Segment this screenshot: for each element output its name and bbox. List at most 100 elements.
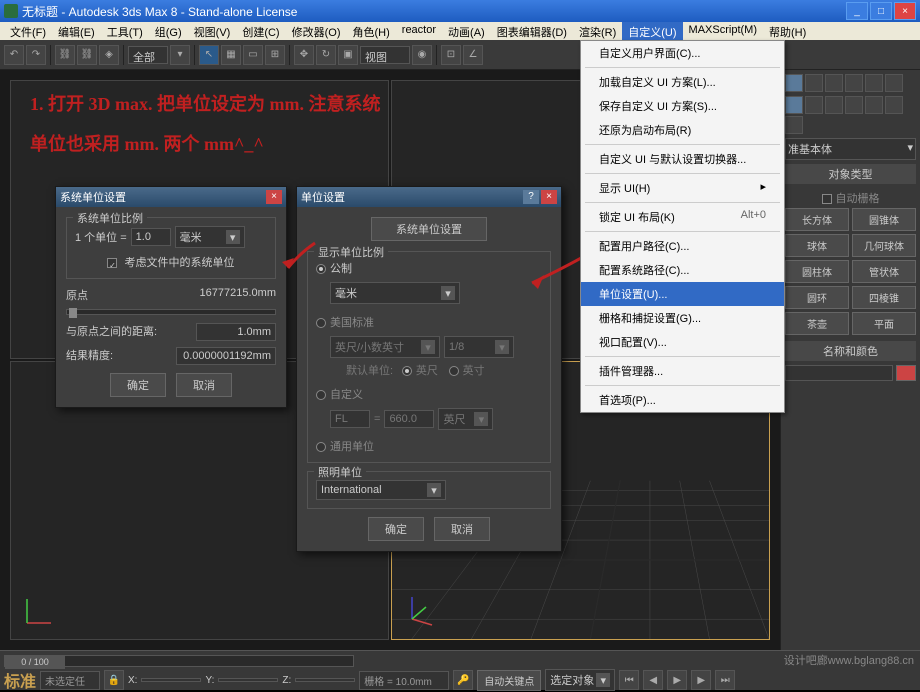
menu-item[interactable]: 插件管理器... bbox=[581, 359, 784, 383]
shapes-icon[interactable] bbox=[805, 96, 823, 114]
motion-tab-icon[interactable] bbox=[845, 74, 863, 92]
move-icon[interactable]: ✥ bbox=[294, 45, 314, 65]
select-name-icon[interactable]: ▦ bbox=[221, 45, 241, 65]
menu-5[interactable]: 创建(C) bbox=[236, 22, 285, 40]
next-frame-icon[interactable]: ▶ bbox=[691, 670, 711, 690]
menu-item[interactable]: 锁定 UI 布局(K)Alt+0 bbox=[581, 205, 784, 229]
primitive-button[interactable]: 球体 bbox=[785, 234, 849, 257]
menu-10[interactable]: 图表编辑器(D) bbox=[491, 22, 573, 40]
menu-item[interactable]: 栅格和捕捉设置(G)... bbox=[581, 306, 784, 330]
menu-item[interactable]: 配置系统路径(C)... bbox=[581, 258, 784, 282]
hierarchy-tab-icon[interactable] bbox=[825, 74, 843, 92]
primitive-button[interactable]: 四棱锥 bbox=[852, 286, 916, 309]
keymode-combo[interactable]: 选定对象▾ bbox=[545, 669, 615, 691]
metric-combo[interactable]: 毫米▾ bbox=[330, 282, 460, 304]
primitive-button[interactable]: 长方体 bbox=[785, 208, 849, 231]
units-setup-dialog-title[interactable]: 单位设置 ? × bbox=[297, 187, 561, 207]
create-tab-icon[interactable] bbox=[785, 74, 803, 92]
primitive-button[interactable]: 圆柱体 bbox=[785, 260, 849, 283]
maximize-button[interactable]: □ bbox=[870, 2, 892, 20]
undo-icon[interactable]: ↶ bbox=[4, 45, 24, 65]
menu-item[interactable]: 保存自定义 UI 方案(S)... bbox=[581, 94, 784, 118]
menu-7[interactable]: 角色(H) bbox=[347, 22, 396, 40]
z-coord-input[interactable] bbox=[295, 678, 355, 682]
cancel-button[interactable]: 取消 bbox=[176, 373, 232, 397]
prev-frame-icon[interactable]: ◀ bbox=[643, 670, 663, 690]
menu-2[interactable]: 工具(T) bbox=[101, 22, 149, 40]
pivot-icon[interactable]: ◉ bbox=[412, 45, 432, 65]
redo-icon[interactable]: ↷ bbox=[26, 45, 46, 65]
menu-item[interactable]: 加载自定义 UI 方案(L)... bbox=[581, 70, 784, 94]
generic-radio[interactable] bbox=[316, 442, 326, 452]
menu-9[interactable]: 动画(A) bbox=[442, 22, 491, 40]
dialog-close-icon[interactable]: × bbox=[541, 190, 557, 204]
ref-coord-combo[interactable]: 视图 bbox=[360, 46, 410, 64]
origin-slider[interactable] bbox=[66, 309, 276, 315]
window-crossing-icon[interactable]: ⊞ bbox=[265, 45, 285, 65]
menu-item[interactable]: 视口配置(V)... bbox=[581, 330, 784, 354]
x-coord-input[interactable] bbox=[141, 678, 201, 682]
y-coord-input[interactable] bbox=[218, 678, 278, 682]
angle-snap-icon[interactable]: ∠ bbox=[463, 45, 483, 65]
menu-item[interactable]: 显示 UI(H)▸ bbox=[581, 176, 784, 200]
modify-tab-icon[interactable] bbox=[805, 74, 823, 92]
menu-item[interactable]: 自定义用户界面(C)... bbox=[581, 41, 784, 65]
helpers-icon[interactable] bbox=[865, 96, 883, 114]
close-button[interactable]: × bbox=[894, 2, 916, 20]
filter-dropdown-icon[interactable]: ▾ bbox=[170, 45, 190, 65]
unit-type-combo[interactable]: 毫米▾ bbox=[175, 226, 245, 248]
unlink-icon[interactable]: ⛓ bbox=[77, 45, 97, 65]
utilities-tab-icon[interactable] bbox=[885, 74, 903, 92]
ok-button[interactable]: 确定 bbox=[368, 517, 424, 541]
menu-item[interactable]: 首选项(P)... bbox=[581, 388, 784, 412]
system-units-dialog-title[interactable]: 系统单位设置 × bbox=[56, 187, 286, 207]
cancel-button[interactable]: 取消 bbox=[434, 517, 490, 541]
selection-filter-combo[interactable]: 全部 bbox=[128, 46, 168, 64]
primitive-type-combo[interactable]: 准基本体 ▾ bbox=[785, 138, 916, 160]
lock-icon[interactable]: 🔒 bbox=[104, 670, 124, 690]
lighting-combo[interactable]: International▾ bbox=[316, 480, 446, 500]
metric-radio[interactable] bbox=[316, 264, 326, 274]
ok-button[interactable]: 确定 bbox=[110, 373, 166, 397]
systems-icon[interactable] bbox=[785, 116, 803, 134]
custom-radio[interactable] bbox=[316, 390, 326, 400]
primitive-button[interactable]: 平面 bbox=[852, 312, 916, 335]
color-swatch[interactable] bbox=[896, 365, 916, 381]
unit-value-input[interactable] bbox=[131, 228, 171, 246]
select-icon[interactable]: ↖ bbox=[199, 45, 219, 65]
dialog-close-icon[interactable]: × bbox=[266, 190, 282, 204]
menu-item[interactable]: 自定义 UI 与默认设置切换器... bbox=[581, 147, 784, 171]
menu-3[interactable]: 组(G) bbox=[149, 22, 188, 40]
autogrid-checkbox[interactable] bbox=[822, 194, 832, 204]
menu-11[interactable]: 渲染(R) bbox=[573, 22, 622, 40]
autokey-button[interactable]: 自动关键点 bbox=[477, 670, 541, 691]
goto-start-icon[interactable]: ⏮ bbox=[619, 670, 639, 690]
respect-files-checkbox[interactable] bbox=[107, 258, 117, 268]
goto-end-icon[interactable]: ⏭ bbox=[715, 670, 735, 690]
minimize-button[interactable]: _ bbox=[846, 2, 868, 20]
menu-14[interactable]: 帮助(H) bbox=[763, 22, 812, 40]
play-icon[interactable]: ▶ bbox=[667, 670, 687, 690]
rotate-icon[interactable]: ↻ bbox=[316, 45, 336, 65]
primitive-button[interactable]: 茶壶 bbox=[785, 312, 849, 335]
menu-item[interactable]: 还原为启动布局(R) bbox=[581, 118, 784, 142]
key-icon[interactable]: 🔑 bbox=[453, 670, 473, 690]
primitive-button[interactable]: 几何球体 bbox=[852, 234, 916, 257]
cameras-icon[interactable] bbox=[845, 96, 863, 114]
spacewarps-icon[interactable] bbox=[885, 96, 903, 114]
display-tab-icon[interactable] bbox=[865, 74, 883, 92]
menu-13[interactable]: MAXScript(M) bbox=[683, 22, 763, 40]
time-slider[interactable]: 0 / 100 bbox=[4, 655, 354, 667]
geometry-icon[interactable] bbox=[785, 96, 803, 114]
menu-1[interactable]: 编辑(E) bbox=[52, 22, 101, 40]
menu-8[interactable]: reactor bbox=[396, 22, 442, 40]
select-region-icon[interactable]: ▭ bbox=[243, 45, 263, 65]
scale-icon[interactable]: ▣ bbox=[338, 45, 358, 65]
object-name-input[interactable] bbox=[785, 365, 893, 381]
menu-12[interactable]: 自定义(U) bbox=[622, 22, 682, 40]
menu-item[interactable]: 配置用户路径(C)... bbox=[581, 234, 784, 258]
primitive-button[interactable]: 管状体 bbox=[852, 260, 916, 283]
bind-icon[interactable]: ◈ bbox=[99, 45, 119, 65]
primitive-button[interactable]: 圆锥体 bbox=[852, 208, 916, 231]
system-units-button[interactable]: 系统单位设置 bbox=[371, 217, 487, 241]
